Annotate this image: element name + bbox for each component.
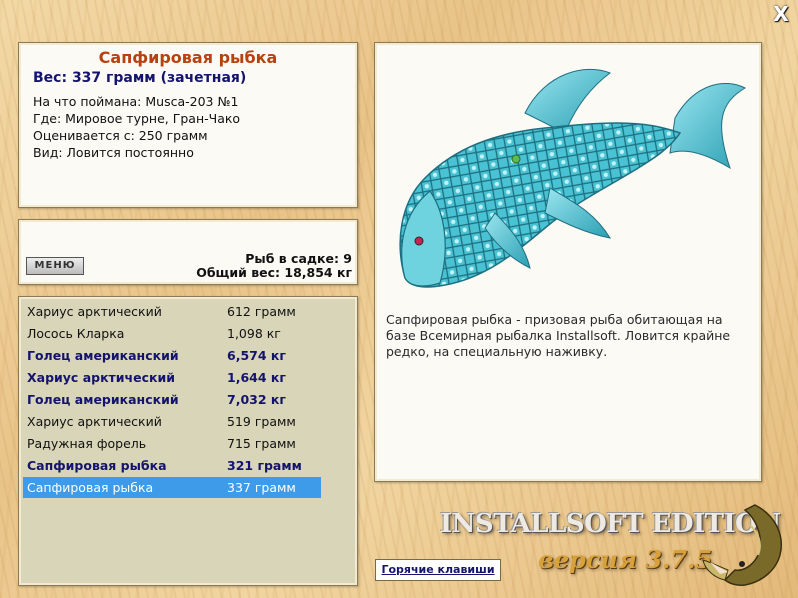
version-label: версия 3.7.5 <box>538 545 713 574</box>
menu-button[interactable]: МЕНЮ <box>26 257 84 275</box>
catch-fish-weight: 715 грамм <box>227 436 296 451</box>
catch-fish-weight: 6,574 кг <box>227 348 286 363</box>
close-button[interactable]: X <box>770 4 792 26</box>
catch-fish-name: Радужная форель <box>27 436 147 451</box>
catch-fish-name: Голец американский <box>27 348 179 363</box>
catch-fish-name: Голец американский <box>27 392 179 407</box>
fish-weight: Вес: 337 грамм (зачетная) <box>33 70 247 86</box>
info-bait: На что поймана: Musca-203 №1 <box>33 94 239 109</box>
catch-fish-weight: 1,644 кг <box>227 370 286 385</box>
catch-fish-weight: 1,098 кг <box>227 326 281 341</box>
hotkeys-button[interactable]: Горячие клавиши <box>375 559 501 581</box>
fish-image <box>399 68 747 288</box>
fish-info-panel: Сапфировая рыбка Вес: 337 грамм (зачетна… <box>18 42 358 208</box>
catch-list-row[interactable]: Сапфировая рыбка 337 грамм <box>23 477 321 498</box>
catch-fish-weight: 321 грамм <box>227 458 302 473</box>
catch-list-row[interactable]: Хариус арктический 1,644 кг <box>23 367 321 388</box>
catch-list-row[interactable]: Голец американский 7,032 кг <box>23 389 321 410</box>
catch-list-row[interactable]: Хариус арктический 519 грамм <box>23 411 321 432</box>
catch-fish-name: Лосось Кларка <box>27 326 125 341</box>
basket-count: Рыб в садке: 9 <box>245 251 352 266</box>
catch-fish-name: Сапфировая рыбка <box>27 458 167 473</box>
catch-fish-weight: 519 грамм <box>227 414 296 429</box>
catch-list-row[interactable]: Хариус арктический 612 грамм <box>23 301 321 322</box>
fish-description: Сапфировая рыбка - призовая рыба обитающ… <box>386 312 731 359</box>
catch-list-row[interactable]: Лосось Кларка 1,098 кг <box>23 323 321 344</box>
fish-picture-panel: Сапфировая рыбка - призовая рыба обитающ… <box>374 42 762 482</box>
fish-title: Сапфировая рыбка <box>98 48 278 67</box>
catch-fish-name: Хариус арктический <box>27 370 176 385</box>
catch-fish-name: Сапфировая рыбка <box>27 480 154 495</box>
catch-list-row[interactable]: Голец американский 6,574 кг <box>23 345 321 366</box>
catch-list[interactable]: Хариус арктический 612 грамм Лосось Кларка… <box>18 296 358 586</box>
pike-logo-icon <box>702 504 782 586</box>
catch-fish-weight: 337 грамм <box>227 480 296 495</box>
catch-fish-name: Хариус арктический <box>27 304 162 319</box>
info-min-weight: Оценивается с: 250 грамм <box>33 128 208 143</box>
basket-total-weight: Общий вес: 18,854 кг <box>196 265 352 280</box>
catch-list-row[interactable]: Радужная форель 715 грамм <box>23 433 321 454</box>
catch-fish-weight: 7,032 кг <box>227 392 286 407</box>
info-location: Где: Мировое турне, Гран-Чако <box>33 111 241 126</box>
basket-panel: МЕНЮ Рыб в садке: 9 Общий вес: 18,854 кг <box>18 219 358 285</box>
catch-list-row[interactable]: Сапфировая рыбка 321 грамм <box>23 455 321 476</box>
catch-fish-weight: 612 грамм <box>227 304 296 319</box>
info-kind: Вид: Ловится постоянно <box>33 145 194 160</box>
catch-fish-name: Хариус арктический <box>27 414 162 429</box>
